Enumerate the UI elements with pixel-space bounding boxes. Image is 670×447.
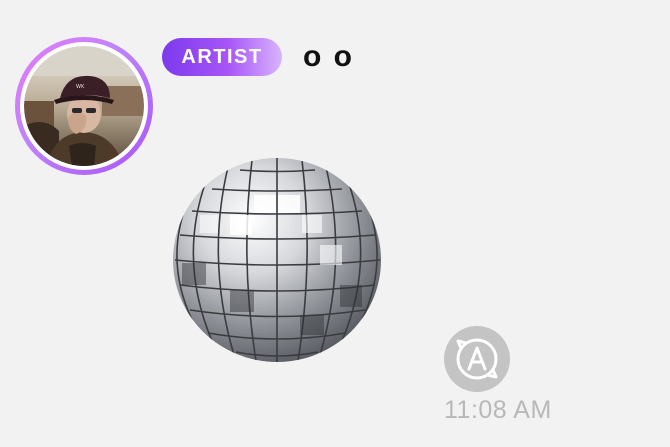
timestamp: 11:08 AM bbox=[444, 396, 552, 424]
translate-icon[interactable] bbox=[444, 326, 510, 392]
avatar-ring[interactable]: WK bbox=[15, 37, 153, 175]
username[interactable]: o o bbox=[303, 38, 354, 76]
disco-ball-icon bbox=[173, 158, 381, 362]
artist-badge: ARTIST bbox=[162, 38, 282, 76]
avatar[interactable]: WK bbox=[24, 46, 144, 166]
svg-text:WK: WK bbox=[76, 84, 85, 90]
avatar-frame: WK bbox=[20, 42, 148, 170]
